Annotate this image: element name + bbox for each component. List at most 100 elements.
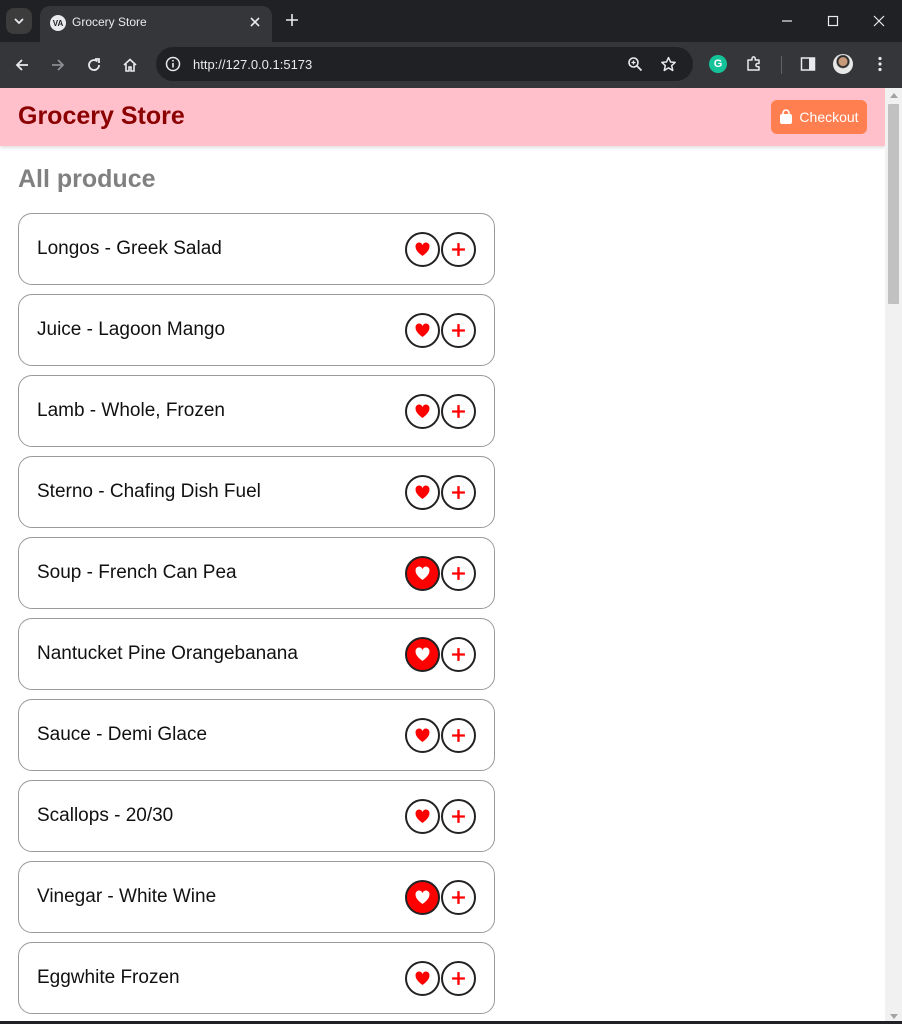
site-info-button[interactable] (164, 55, 182, 73)
add-to-cart-button[interactable] (441, 718, 476, 753)
favorite-button[interactable] (405, 880, 440, 915)
product-name: Sterno - Chafing Dish Fuel (37, 481, 261, 502)
favorite-button[interactable] (405, 232, 440, 267)
product-name: Scallops - 20/30 (37, 805, 174, 826)
grammarly-icon: G (709, 55, 727, 73)
plus-icon (452, 891, 465, 904)
page-viewport: Grocery Store Checkout All produce Longo… (0, 88, 902, 1024)
product-name: Vinegar - White Wine (37, 886, 217, 907)
side-panel-button[interactable] (797, 53, 819, 75)
arrow-left-icon (15, 59, 28, 71)
puzzle-icon (747, 56, 760, 71)
section-title: All produce (18, 165, 156, 193)
bookmark-button[interactable] (659, 55, 677, 73)
tab-title: Grocery Store (72, 15, 147, 29)
add-to-cart-button[interactable] (441, 961, 476, 996)
avatar (833, 54, 853, 74)
favorite-button[interactable] (405, 556, 440, 591)
browser-tab[interactable]: VA Grocery Store (40, 6, 272, 42)
heart-icon (415, 971, 430, 985)
profile-button[interactable] (832, 53, 854, 75)
favorite-button[interactable] (405, 961, 440, 996)
product-card: Sterno - Chafing Dish Fuel (18, 456, 495, 528)
product-name: Longos - Greek Salad (37, 238, 222, 259)
shopping-bag-icon (780, 109, 793, 124)
arrow-right-icon (52, 59, 65, 71)
heart-icon (415, 323, 430, 337)
more-vertical-icon (878, 56, 882, 72)
zoom-in-icon (628, 57, 643, 72)
plus-icon (286, 14, 298, 26)
heart-icon (415, 485, 430, 499)
favorite-button[interactable] (405, 475, 440, 510)
favorite-button[interactable] (405, 313, 440, 348)
heart-icon (415, 890, 430, 904)
product-list: Longos - Greek Salad Juice - Lagoon Mango… (18, 213, 495, 1023)
favorite-button[interactable] (405, 637, 440, 672)
favorite-button[interactable] (405, 799, 440, 834)
favorite-button[interactable] (405, 718, 440, 753)
checkout-button[interactable]: Checkout (771, 100, 867, 134)
tab-search-button[interactable] (6, 8, 32, 34)
heart-icon (415, 809, 430, 823)
home-button[interactable] (117, 52, 143, 78)
browser-toolbar: http://127.0.0.1:5173 G (0, 42, 902, 88)
plus-icon (452, 405, 465, 418)
heart-icon (415, 647, 430, 661)
plus-icon (452, 810, 465, 823)
url-text: http://127.0.0.1:5173 (193, 57, 313, 72)
browser-menu-button[interactable] (869, 53, 891, 75)
app-header: Grocery Store Checkout (0, 88, 885, 146)
add-to-cart-button[interactable] (441, 556, 476, 591)
heart-icon (415, 566, 430, 580)
heart-icon (415, 404, 430, 418)
product-card: Scallops - 20/30 (18, 780, 495, 852)
plus-icon (452, 486, 465, 499)
scroll-up-button[interactable] (885, 88, 902, 102)
plus-icon (452, 567, 465, 580)
add-to-cart-button[interactable] (441, 799, 476, 834)
product-name: Lamb - Whole, Frozen (37, 400, 225, 421)
star-icon (660, 56, 676, 71)
plus-icon (452, 648, 465, 661)
product-card: Juice - Lagoon Mango (18, 294, 495, 366)
product-name: Soup - French Can Pea (37, 562, 237, 583)
tab-close-button[interactable] (246, 13, 264, 31)
favorite-button[interactable] (405, 394, 440, 429)
add-to-cart-button[interactable] (441, 313, 476, 348)
zoom-button[interactable] (626, 55, 644, 73)
product-card: Lamb - Whole, Frozen (18, 375, 495, 447)
plus-icon (452, 243, 465, 256)
product-card: Eggwhite Frozen (18, 942, 495, 1014)
close-icon (873, 15, 885, 27)
grammarly-extension-button[interactable]: G (707, 53, 729, 75)
scrollbar-thumb[interactable] (888, 104, 899, 304)
window-close-button[interactable] (866, 8, 892, 34)
maximize-button[interactable] (820, 8, 846, 34)
add-to-cart-button[interactable] (441, 394, 476, 429)
plus-icon (452, 972, 465, 985)
extensions-button[interactable] (743, 53, 765, 75)
new-tab-button[interactable] (282, 10, 302, 30)
page-scrollbar[interactable] (885, 88, 902, 1024)
add-to-cart-button[interactable] (441, 232, 476, 267)
reload-icon (88, 58, 100, 71)
product-name: Eggwhite Frozen (37, 967, 180, 988)
back-button[interactable] (9, 52, 35, 78)
checkout-label: Checkout (799, 109, 859, 125)
reload-button[interactable] (81, 52, 107, 78)
add-to-cart-button[interactable] (441, 475, 476, 510)
plus-icon (452, 324, 465, 337)
app-brand-title: Grocery Store (18, 102, 185, 130)
heart-icon (415, 728, 430, 742)
toolbar-divider (781, 56, 782, 74)
add-to-cart-button[interactable] (441, 637, 476, 672)
favicon-icon: VA (50, 15, 66, 31)
product-card: Nantucket Pine Orangebanana (18, 618, 495, 690)
minimize-icon (782, 20, 792, 22)
plus-icon (452, 729, 465, 742)
add-to-cart-button[interactable] (441, 880, 476, 915)
forward-button[interactable] (45, 52, 71, 78)
address-bar[interactable]: http://127.0.0.1:5173 (156, 47, 693, 81)
minimize-button[interactable] (774, 8, 800, 34)
